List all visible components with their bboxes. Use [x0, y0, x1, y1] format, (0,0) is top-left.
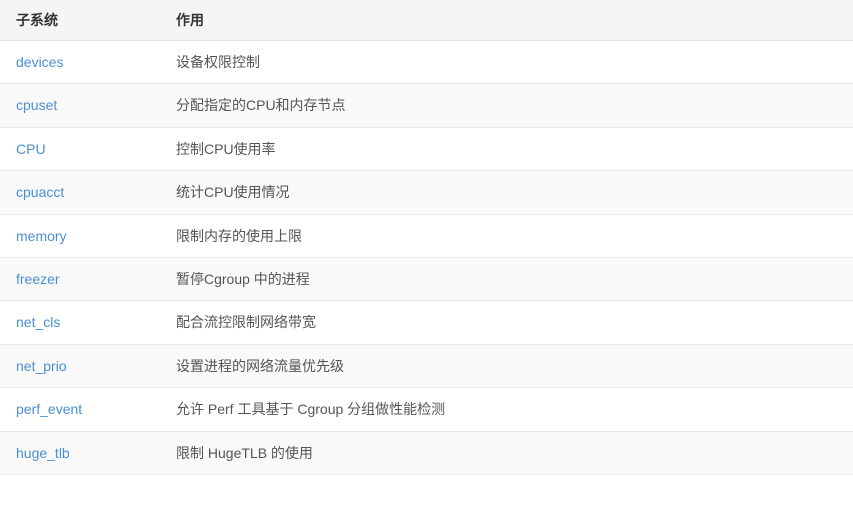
subsystem-desc: 控制CPU使用率: [160, 127, 853, 170]
header-col2: 作用: [160, 0, 853, 41]
subsystem-desc: 暂停Cgroup 中的进程: [160, 257, 853, 300]
table-row: cpuacct统计CPU使用情况: [0, 171, 853, 214]
table-row: CPU控制CPU使用率: [0, 127, 853, 170]
subsystem-desc: 分配指定的CPU和内存节点: [160, 84, 853, 127]
subsystem-desc: 限制内存的使用上限: [160, 214, 853, 257]
subsystem-name: net_prio: [0, 344, 160, 387]
main-table-container: 子系统 作用 devices设备权限控制cpuset分配指定的CPU和内存节点C…: [0, 0, 853, 475]
subsystem-name: net_cls: [0, 301, 160, 344]
subsystem-name: memory: [0, 214, 160, 257]
subsystem-name: perf_event: [0, 388, 160, 431]
subsystem-name: cpuacct: [0, 171, 160, 214]
header-col1: 子系统: [0, 0, 160, 41]
subsystem-name: huge_tlb: [0, 431, 160, 474]
subsystem-name: devices: [0, 41, 160, 84]
subsystem-table: 子系统 作用 devices设备权限控制cpuset分配指定的CPU和内存节点C…: [0, 0, 853, 475]
table-row: huge_tlb限制 HugeTLB 的使用: [0, 431, 853, 474]
table-row: devices设备权限控制: [0, 41, 853, 84]
subsystem-desc: 允许 Perf 工具基于 Cgroup 分组做性能检测: [160, 388, 853, 431]
subsystem-desc: 设置进程的网络流量优先级: [160, 344, 853, 387]
subsystem-name: cpuset: [0, 84, 160, 127]
table-row: freezer暂停Cgroup 中的进程: [0, 257, 853, 300]
table-row: cpuset分配指定的CPU和内存节点: [0, 84, 853, 127]
table-row: perf_event允许 Perf 工具基于 Cgroup 分组做性能检测: [0, 388, 853, 431]
table-row: memory限制内存的使用上限: [0, 214, 853, 257]
table-header-row: 子系统 作用: [0, 0, 853, 41]
table-row: net_prio设置进程的网络流量优先级: [0, 344, 853, 387]
subsystem-name: CPU: [0, 127, 160, 170]
subsystem-desc: 配合流控限制网络带宽: [160, 301, 853, 344]
subsystem-name: freezer: [0, 257, 160, 300]
subsystem-desc: 限制 HugeTLB 的使用: [160, 431, 853, 474]
subsystem-desc: 统计CPU使用情况: [160, 171, 853, 214]
table-row: net_cls配合流控限制网络带宽: [0, 301, 853, 344]
subsystem-desc: 设备权限控制: [160, 41, 853, 84]
